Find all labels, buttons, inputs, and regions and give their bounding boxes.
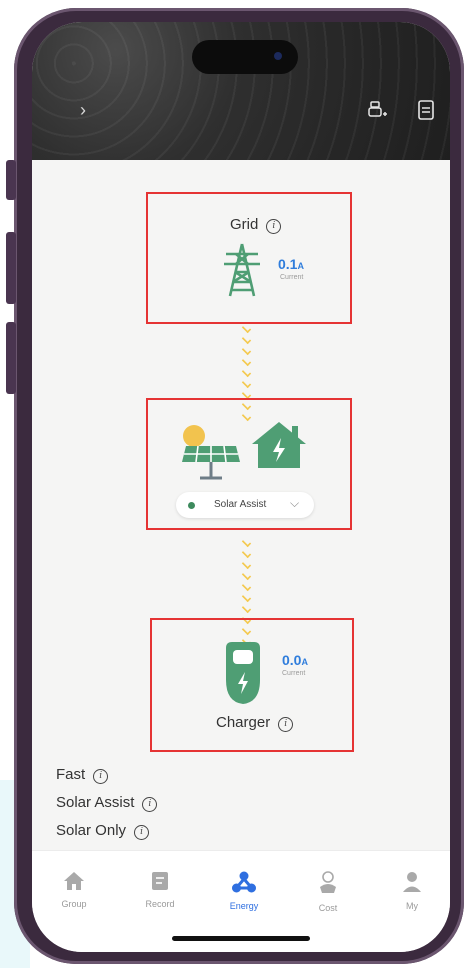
fast-info-icon[interactable]: i <box>93 769 109 784</box>
tab-record[interactable]: Record <box>130 871 190 909</box>
house-charge-icon <box>250 420 308 475</box>
chevron-right-icon[interactable]: › <box>80 100 86 121</box>
tab-cost-label: Cost <box>318 903 338 913</box>
tab-my-label: My <box>406 901 418 911</box>
tab-my[interactable]: My <box>382 871 442 911</box>
record-icon <box>152 872 168 890</box>
grid-label: Grid <box>230 216 259 233</box>
solar-only-info-icon[interactable]: i <box>134 825 150 840</box>
chevron-down-icon: ⌵ <box>290 496 300 510</box>
charger-current-caption: Current <box>282 670 306 677</box>
grid-title: Grid i <box>230 216 282 234</box>
charger-info-icon[interactable]: i <box>278 717 294 732</box>
tab-energy[interactable]: Energy <box>214 871 274 911</box>
grid-current-value: 0.1A <box>278 256 304 272</box>
mode-selector[interactable]: Solar Assist ⌵ <box>176 492 314 518</box>
app-screen: › Grid i 0.1A Current Solar Assist ⌵ 0.0… <box>32 22 450 952</box>
mode-item-fast: Fast i <box>56 766 109 784</box>
tab-group[interactable]: Group <box>44 871 104 909</box>
charger-label: Charger <box>216 714 271 731</box>
energy-icon <box>232 871 256 893</box>
home-icon <box>64 872 84 890</box>
mute-switch <box>6 160 16 200</box>
cost-icon <box>320 871 336 893</box>
charger-title: Charger i <box>216 714 294 732</box>
tab-cost[interactable]: Cost <box>298 871 358 913</box>
grid-info-icon[interactable]: i <box>266 219 282 234</box>
charger-icon <box>220 640 266 711</box>
mode-item-solar-assist: Solar Assist i <box>56 794 158 812</box>
volume-up-button <box>6 232 16 304</box>
solar-assist-info-icon[interactable]: i <box>142 797 158 812</box>
camera-dot <box>274 52 282 60</box>
mode-selector-value: Solar Assist <box>214 499 267 510</box>
grid-current-caption: Current <box>280 274 304 281</box>
add-device-icon[interactable] <box>368 100 388 127</box>
solar-panel-icon <box>180 418 242 495</box>
volume-down-button <box>6 322 16 394</box>
tab-record-label: Record <box>145 899 175 909</box>
tab-energy-label: Energy <box>229 901 259 911</box>
power-tower-icon <box>220 242 264 303</box>
home-indicator <box>172 936 310 941</box>
charger-current-value: 0.0A <box>282 652 308 668</box>
mode-item-solar-only: Solar Only i <box>56 822 150 840</box>
user-icon <box>403 872 421 892</box>
document-icon[interactable] <box>418 100 434 125</box>
tab-group-label: Group <box>61 899 87 909</box>
dynamic-island <box>192 40 298 74</box>
mode-status-dot <box>188 502 195 509</box>
